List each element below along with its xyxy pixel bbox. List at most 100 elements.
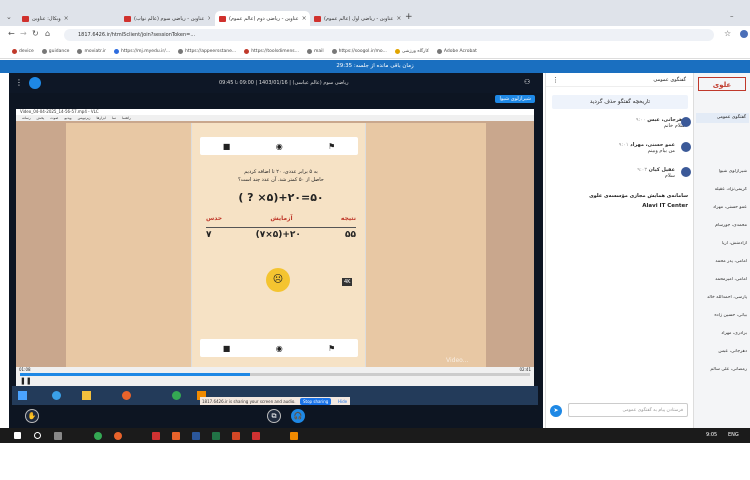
tab-2[interactable]: عناوین - ریاضی سوم (عالم نواب) × [120, 11, 210, 26]
audio-button[interactable]: 🎧 [291, 409, 305, 423]
reload-icon[interactable]: ↻ [32, 29, 39, 38]
bookmark-item[interactable]: mail [306, 48, 324, 54]
minimize-button[interactable]: – [730, 12, 734, 20]
bookmark-item[interactable]: guidance [41, 48, 69, 54]
participant-item[interactable]: دهرجانی، عبس [695, 349, 747, 354]
chat-title: گفتگوی عمومی [653, 77, 686, 83]
menu-item[interactable]: ابزارها [96, 115, 105, 121]
problem-text-1: به ۵ برابر عددی، ۲۰ تا اضافه کردیم [244, 169, 318, 175]
bookmark-item[interactable]: moviatr.ir [77, 48, 106, 54]
participant-item[interactable]: محمدی، جورسام [695, 223, 747, 228]
bookmark-item[interactable]: https://toolsdimens... [244, 48, 299, 54]
folder-icon [82, 391, 91, 400]
word-icon[interactable] [192, 432, 200, 440]
bookmark-item[interactable]: کارگاه ورزشی [394, 48, 429, 54]
close-icon[interactable]: × [207, 15, 210, 22]
tab-4[interactable]: عناوین - ریاضی اول (عالم عموم) × [310, 11, 402, 26]
raise-hand-button[interactable]: ✋ [25, 409, 39, 423]
participant-item[interactable]: امامی، امیرمحمد [695, 277, 747, 282]
presentation-toggle-icon[interactable] [29, 77, 41, 89]
menu-item[interactable]: رسانه [22, 115, 31, 121]
vlc-icon[interactable] [290, 432, 298, 440]
hide-button[interactable]: Hide [338, 399, 347, 404]
more-options-icon[interactable]: ⋮ [15, 78, 23, 87]
pause-icon[interactable]: ❚❚ [20, 377, 32, 385]
menu-item[interactable]: راهنما [122, 115, 131, 121]
chat-menu-icon[interactable]: ⋮ [552, 76, 559, 84]
bookmark-item[interactable]: device [12, 48, 34, 54]
equation: ( ? ×۵)+۲۰=۵۰ [238, 191, 324, 204]
favicon-icon [124, 15, 131, 22]
address-bar-row: ← → ↻ ⌂ 1817.6426.ir/html5client/join?se… [0, 26, 750, 44]
search-icon[interactable] [34, 432, 41, 439]
bookmark-item[interactable]: https://soogol.ir/mo... [331, 48, 387, 54]
chrome-icon[interactable] [94, 432, 102, 440]
windows-start-icon[interactable] [14, 432, 21, 439]
participant-item[interactable]: عمو حسنی، مهراد [695, 205, 747, 210]
shared-screen: Video_04-04-2025_14-56-57.mp4 - VLC رسان… [16, 109, 534, 397]
meeting-controls: ✋ ⧉ 🎧 [9, 405, 543, 427]
participant-item[interactable]: برادری، مهراد [695, 331, 747, 336]
tab-1[interactable]: وبکال: عناوین × [18, 11, 110, 26]
taskbar-lang[interactable]: ENG [728, 432, 739, 438]
close-icon[interactable]: × [302, 15, 307, 22]
seek-bar[interactable] [20, 373, 530, 376]
tab-search-icon[interactable]: ⌄ [6, 13, 12, 21]
participant-item[interactable]: پارسی، احمدالله خالد [695, 295, 747, 300]
menu-item[interactable]: نما [112, 115, 116, 121]
presentation-header: ⋮ ریاضی سوم (عالم عباسی) | 1403/01/16 | … [9, 73, 543, 93]
menu-item[interactable]: زیرنویس [78, 115, 91, 121]
time-elapsed: 01:08 [19, 367, 31, 372]
participant-item[interactable]: رمضانی، علی سالم [695, 367, 747, 372]
taskbar-clock[interactable]: 9:05 [706, 432, 717, 438]
flag-icon: ⚑ [328, 343, 336, 353]
menu-item[interactable]: ویدیو [64, 115, 71, 121]
home-icon[interactable]: ⌂ [45, 29, 50, 38]
url-input[interactable]: 1817.6426.ir/html5client/join?sessionTok… [64, 29, 714, 41]
new-tab-button[interactable]: + [405, 12, 413, 22]
bookmark-icon [244, 48, 250, 54]
chat-message: دهرجانی، عبس ۹:۰۰ سلام خانم [635, 117, 685, 129]
chat-header: ⋮ گفتگوی عمومی [546, 73, 694, 87]
close-icon[interactable]: × [396, 15, 401, 22]
profile-icon[interactable] [740, 30, 748, 38]
app-icon[interactable] [152, 432, 160, 440]
screen-share-button[interactable]: ⧉ [267, 409, 281, 423]
participant-item[interactable]: شیرازلوی شیوا [695, 169, 747, 174]
back-icon[interactable]: ← [8, 29, 15, 38]
tab-3-active[interactable]: عناوین - ریاضی دوم (عالم عموم) × [215, 11, 310, 26]
favicon-icon [219, 15, 226, 22]
participants-icon[interactable]: ⚇ [524, 78, 530, 86]
powerpoint-icon[interactable] [232, 432, 240, 440]
acrobat-icon[interactable] [252, 432, 260, 440]
phone-topbar: ■ ◉ ⚑ [200, 137, 358, 155]
bookmark-item[interactable]: https://appeersstane... [178, 48, 236, 54]
vlc-menu: رسانه پخش صوت ویدیو زیرنویس ابزارها نما … [16, 115, 534, 121]
participant-item[interactable]: امامی، پدر محمد [695, 259, 747, 264]
excel-icon[interactable] [212, 432, 220, 440]
seek-progress [20, 373, 250, 376]
bookmark-icon [41, 48, 47, 54]
public-chat-link[interactable]: گفتگوی عمومی [696, 113, 749, 123]
firefox-icon[interactable] [114, 432, 122, 440]
table-row: ۷ (۷×۵)+۲۰ ۵۵ [206, 227, 356, 240]
menu-item[interactable]: پخش [37, 115, 45, 121]
bookmark-icon [114, 48, 119, 54]
send-button[interactable]: ➤ [550, 405, 562, 417]
participant-item[interactable]: آزادمنش، آریا [695, 241, 747, 246]
chat-input[interactable]: فرستادن پیام به گفتگوی عمومی [568, 403, 688, 417]
taskview-icon[interactable] [54, 432, 62, 440]
forward-icon[interactable]: → [20, 29, 27, 38]
bookmark-item[interactable]: Adobe Acrobat [436, 48, 477, 54]
app-icon[interactable] [172, 432, 180, 440]
participant-item[interactable]: بیاتی، حسین زاده [695, 313, 747, 318]
bookmark-icon [436, 48, 442, 54]
menu-item[interactable]: صوت [50, 115, 58, 121]
stop-sharing-button[interactable]: Stop sharing [300, 398, 332, 405]
participant-item[interactable]: کریمی‌نژاد، عقیله [695, 187, 747, 192]
edge-icon [52, 391, 61, 400]
close-icon[interactable]: × [64, 15, 69, 22]
bookmark-star-icon[interactable]: ☆ [724, 29, 731, 38]
browser-tab-strip: ⌄ وبکال: عناوین × عناوین - ریاضی سوم (عال… [0, 0, 750, 26]
bookmark-item[interactable]: https://mj.myedu.ir/... [114, 48, 170, 54]
